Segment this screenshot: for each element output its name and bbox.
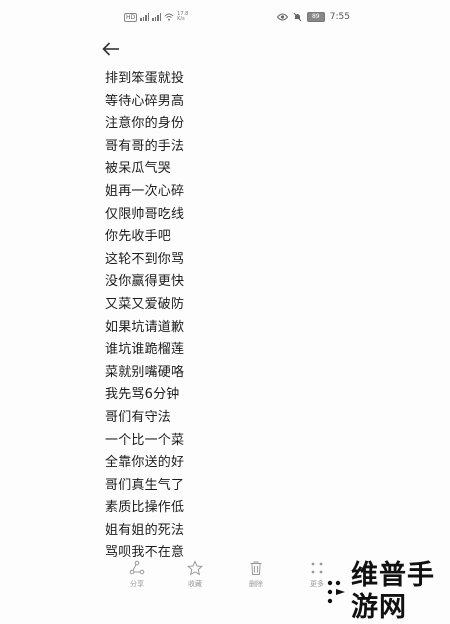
back-arrow-icon [102, 42, 119, 56]
signal-icon [140, 13, 150, 21]
trash-icon [250, 561, 262, 575]
mute-bell-icon [293, 12, 302, 22]
favorite-label: 收藏 [188, 580, 202, 588]
bottom-toolbar: 分享 收藏 删除 更多 [112, 560, 342, 600]
watermark: 维普手游网 [325, 560, 450, 624]
watermark-logo-icon [325, 579, 349, 605]
watermark-text: 维普手游网 [351, 560, 435, 623]
note-line: 全靠你送的好 [105, 455, 185, 471]
status-bar: HD 17.8 K/s 89 7:55 [0, 0, 450, 34]
note-line: 哥们有守法 [105, 409, 172, 425]
more-label: 更多 [310, 580, 324, 588]
note-line: 仅限帅哥吃线 [105, 206, 185, 222]
clock: 7:55 [329, 12, 350, 22]
hd-badge: HD [124, 12, 138, 22]
note-line: 被呆瓜气哭 [105, 161, 172, 177]
status-left: HD 17.8 K/s [124, 10, 188, 24]
more-icon [311, 562, 323, 574]
note-body[interactable]: 排到笨蛋就投 等待心碎男高 注意你的身份 哥有哥的手法 被呆瓜气哭 姐再一次心碎… [105, 68, 305, 565]
note-line: 姐有姐的死法 [105, 522, 185, 538]
delete-label: 删除 [249, 580, 263, 588]
note-line: 哥有哥的手法 [105, 138, 185, 154]
favorite-button[interactable]: 收藏 [170, 560, 220, 589]
note-line: 这轮不到你骂 [105, 251, 185, 267]
delete-button[interactable]: 删除 [231, 560, 281, 589]
net-speed-unit: K/s [177, 16, 185, 22]
note-line: 素质比操作低 [105, 500, 185, 516]
note-line: 姐再一次心碎 [105, 183, 185, 199]
status-right: 89 7:55 [276, 10, 350, 24]
note-line: 又菜又爱破防 [105, 296, 185, 312]
note-line: 等待心碎男高 [105, 93, 185, 109]
share-icon [129, 560, 145, 575]
note-line: 排到笨蛋就投 [105, 71, 185, 86]
star-icon [187, 560, 203, 576]
back-button[interactable] [100, 38, 122, 60]
note-line: 注意你的身份 [105, 116, 185, 132]
note-line: 没你赢得更快 [105, 274, 185, 290]
signal-2-icon [152, 13, 162, 21]
note-line: 一个比一个菜 [105, 432, 185, 448]
wifi-icon [164, 13, 174, 21]
note-line: 谁坑谁跪榴莲 [105, 342, 185, 358]
net-speed: 17.8 K/s [177, 12, 188, 22]
note-line: 你先收手吧 [105, 229, 172, 245]
note-line: 我先骂6分钟 [105, 387, 180, 403]
note-line: 哥们真生气了 [105, 477, 185, 493]
share-button[interactable]: 分享 [112, 560, 162, 589]
eye-icon [276, 13, 288, 21]
share-label: 分享 [130, 580, 144, 588]
battery-icon: 89 [306, 12, 325, 22]
note-line: 如果坑请道歉 [105, 319, 185, 335]
note-line: 菜就别嘴硬咯 [105, 364, 185, 380]
